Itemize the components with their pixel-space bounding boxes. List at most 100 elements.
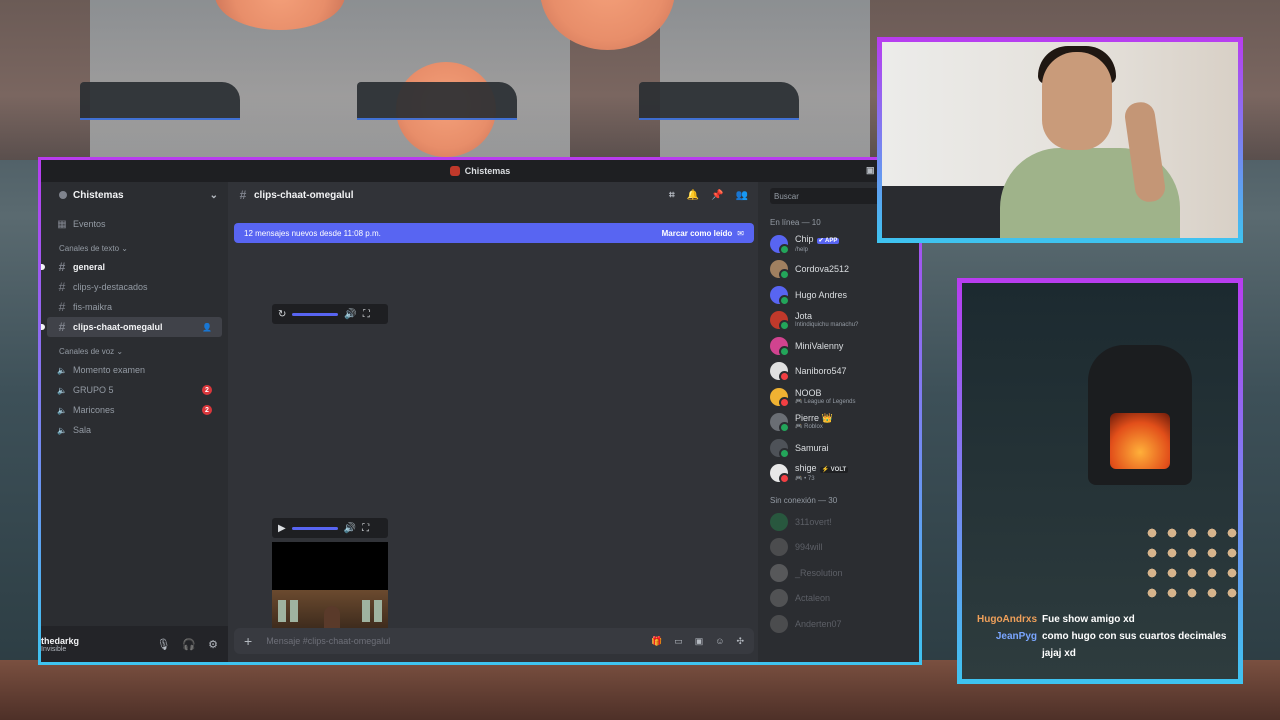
discord-window: Chistemas ▣ ? – Chistemas ⌄ ▦ Eventos Ca… [38,157,922,665]
avatar [770,285,790,306]
volume-icon[interactable]: 🔊 [344,309,356,320]
bell-icon[interactable]: 🔔 [687,190,699,201]
member-item[interactable]: NOOB 🎮 League of Legends [758,384,919,410]
add-member-icon[interactable]: 👤 [202,323,212,332]
fullscreen-icon[interactable]: ⛶ [362,523,369,534]
member-name: 311overt! [795,516,832,527]
sticker-icon[interactable]: ▣ [695,636,704,647]
settings-icon[interactable]: ⚙ [208,638,218,651]
member-item[interactable]: Pierre 👑 🎮 Roblox [758,410,919,436]
message-composer[interactable]: + Mensaje #clips-chaat-omegalul 🎁 ▭ ▣ ☺ … [234,628,754,654]
avatar [770,362,790,383]
unread-indicator [41,264,45,270]
voice-channel-label: Momento examen [73,365,146,375]
offline-header: Sin conexión — 30 [770,496,838,505]
inbox-icon[interactable]: ▣ [866,165,875,176]
streamer-face [1042,52,1112,150]
chevron-down-icon: ⌄ [209,189,218,201]
member-name-text: MiniValenny [795,340,844,351]
voice-channel-item[interactable]: 🔈 GRUPO 5 2 [47,380,222,400]
logs-illustration [1142,523,1238,603]
mark-as-read-button[interactable]: Marcar como leído [662,229,733,238]
hash-icon: # [58,260,66,274]
avatar [770,234,790,255]
voice-channel-label: Maricones [73,405,115,415]
voice-channel-item[interactable]: 🔈 Momento examen [47,360,222,380]
add-attachment-icon[interactable]: + [244,633,252,649]
status-indicator [779,396,790,408]
member-item[interactable]: Jota Intindiquichu manachu? [758,308,919,334]
gift-icon[interactable]: 🎁 [651,636,662,647]
hash-icon: # [58,280,66,294]
member-item[interactable]: MiniValenny [758,333,919,359]
member-item[interactable]: shige ⚡ VOLT 🎮 • 73 [758,461,919,487]
channel-item-fis-maikra[interactable]: # fis-maikra [47,297,222,317]
member-item[interactable]: Samurai [758,435,919,461]
fullscreen-icon[interactable]: ⛶ [363,309,370,320]
threads-icon[interactable]: ⌗ [669,190,675,201]
status-indicator [779,294,790,306]
member-item-offline[interactable]: 994will [758,535,919,561]
channel-item-clips-y-destacados[interactable]: # clips-y-destacados [47,277,222,297]
pin-icon[interactable]: 📌 [711,190,723,201]
message-input[interactable]: Mensaje #clips-chaat-omegalul [266,636,390,646]
voice-channel-item[interactable]: 🔈 Sala [47,420,222,440]
calendar-icon: ▦ [57,218,67,230]
channel-item-clips-chaat-omegalul[interactable]: # clips-chaat-omegalul 👤 [41,317,222,337]
member-name-text: Jota [795,311,813,322]
status-indicator [779,447,790,459]
apps-icon[interactable]: ✣ [736,636,744,647]
bottle [290,600,298,622]
member-info: Naniboro547 [795,366,847,376]
voice-category[interactable]: Canales de voz ⌄ [41,337,228,360]
new-messages-bar[interactable]: 12 mensajes nuevos desde 11:08 p.m. Marc… [234,223,754,243]
play-icon[interactable]: ▶ [278,523,286,534]
username[interactable]: thedarkg [41,636,79,646]
avatar [770,538,788,557]
text-category[interactable]: Canales de texto ⌄ [41,234,228,257]
replay-icon[interactable]: ↻ [278,309,286,320]
member-item-offline[interactable]: Actaleon [758,586,919,612]
channel-sidebar: Chistemas ⌄ ▦ Eventos Canales de texto ⌄… [41,182,228,662]
events-label: Eventos [73,219,106,229]
video-thumbnail[interactable] [272,542,388,630]
member-item-offline[interactable]: 311overt! [758,509,919,535]
member-name: Actaleon [795,593,831,604]
server-header[interactable]: Chistemas ⌄ [41,182,228,208]
member-item[interactable]: Hugo Andres [758,282,919,308]
microphone-icon[interactable]: 🎙 [156,638,170,651]
member-info: Hugo Andres [795,290,847,300]
avatar [770,438,790,459]
events-item[interactable]: ▦ Eventos [47,214,222,234]
volume-slider[interactable] [292,312,339,316]
status-indicator [779,371,790,383]
member-item[interactable]: Cordova2512 [758,257,919,283]
member-item-offline[interactable]: Anderten07 [758,611,919,637]
member-name: Chip ✔ APP [795,234,840,246]
member-name: Cordova2512 [795,264,849,274]
member-list: Buscar En línea — 10 Chip ✔ APP/help Cordo… [758,182,919,662]
member-name-text: Samurai [795,442,829,453]
volume-icon[interactable]: 🔊 [344,523,356,534]
member-name: MiniValenny [795,341,843,351]
headphones-icon[interactable]: 🎧 [182,638,196,651]
chat-line: JeanPyg como hugo con sus cuartos decimal… [962,628,1238,662]
emoji-icon[interactable]: ☺ [715,636,724,647]
member-activity: /help [795,246,809,253]
members-icon[interactable]: 👥 [736,190,748,201]
person [324,606,340,630]
gif-icon[interactable]: ▭ [674,636,683,647]
user-panel: thedarkg Invisible 🎙 🎧 ⚙ [41,626,228,662]
user-status: Invisible [41,645,67,653]
member-item-offline[interactable]: _Resolution [758,560,919,586]
voice-channel-item[interactable]: 🔈 Maricones 2 [47,400,222,420]
avatar [770,336,790,357]
status-indicator [779,345,790,357]
member-info: Chip ✔ APP/help [795,234,840,254]
member-name: Pierre 👑 [795,413,833,423]
channel-item-general[interactable]: # general [41,257,222,277]
volume-slider[interactable] [291,526,338,530]
video-player-controls[interactable]: ↻ 🔊 ⛶ [272,304,388,324]
member-item[interactable]: Naniboro547 [758,359,919,385]
video-player-controls[interactable]: ▶ 🔊 ⛶ [272,518,388,538]
